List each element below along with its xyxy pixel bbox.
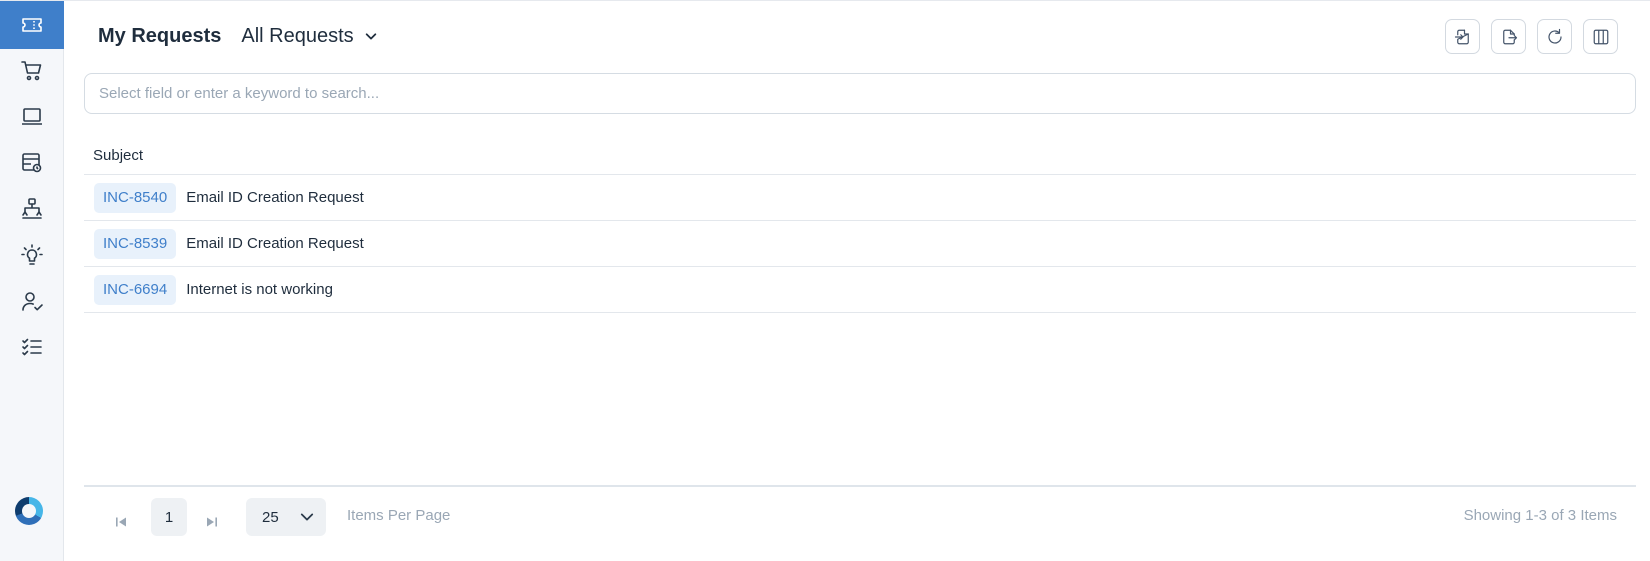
table-row[interactable]: INC-8540 Email ID Creation Request (84, 175, 1636, 221)
import-button[interactable] (1445, 19, 1480, 54)
page-title: My Requests (98, 24, 222, 47)
columns-button[interactable] (1583, 19, 1618, 54)
request-id-link[interactable]: INC-8539 (94, 228, 177, 259)
chevron-down-icon (365, 33, 376, 40)
sidebar-item-service-catalog[interactable] (0, 47, 64, 95)
request-subject[interactable]: Internet is not working (186, 281, 333, 298)
view-dropdown-label: All Requests (241, 24, 354, 47)
checklist-icon (22, 338, 42, 356)
request-subject[interactable]: Email ID Creation Request (186, 189, 364, 206)
toolbar (1445, 19, 1618, 54)
refresh-button[interactable] (1537, 19, 1572, 54)
columns-icon (1593, 29, 1608, 44)
items-per-page-select[interactable]: 25 (246, 498, 326, 536)
first-page-button[interactable] (110, 511, 132, 533)
sidebar-item-assets[interactable] (0, 93, 64, 141)
table-header: Subject (84, 137, 1636, 175)
import-icon (1454, 29, 1469, 44)
last-page-icon (207, 517, 217, 527)
sidebar-item-approvals[interactable] (0, 277, 64, 325)
hierarchy-icon (22, 198, 42, 219)
request-subject[interactable]: Email ID Creation Request (186, 235, 364, 252)
export-button[interactable] (1491, 19, 1526, 54)
table-row[interactable]: INC-8539 Email ID Creation Request (84, 221, 1636, 267)
user-check-icon (22, 292, 43, 311)
pagination-bar: 1 25 Items Per Page Showing 1-3 of 3 Ite… (84, 485, 1636, 561)
items-per-page-label: Items Per Page (347, 507, 451, 524)
lightbulb-icon (21, 244, 43, 265)
request-id-link[interactable]: INC-6694 (94, 274, 177, 305)
search-input[interactable] (84, 73, 1636, 114)
sidebar-item-changes[interactable] (0, 185, 64, 233)
page-header: My Requests All Requests (98, 21, 378, 51)
brand-logo (15, 497, 43, 525)
items-count-summary: Showing 1-3 of 3 Items (1463, 507, 1617, 524)
main-content: My Requests All Requests Subject INC-854… (64, 1, 1650, 561)
sidebar-item-catalog[interactable] (0, 139, 64, 187)
sidebar (0, 1, 64, 561)
ticket-icon (22, 18, 42, 32)
items-per-page-value: 25 (262, 508, 279, 526)
column-header-subject[interactable]: Subject (93, 147, 143, 164)
table-row[interactable]: INC-6694 Internet is not working (84, 267, 1636, 313)
request-id-link[interactable]: INC-8540 (94, 182, 177, 213)
first-page-icon (116, 517, 126, 527)
view-dropdown[interactable]: All Requests (241, 25, 377, 48)
service-catalog-icon (22, 153, 42, 173)
requests-table: Subject INC-8540 Email ID Creation Reque… (84, 137, 1636, 313)
sidebar-item-knowledge[interactable] (0, 231, 64, 279)
laptop-icon (22, 108, 42, 125)
cart-icon (21, 61, 42, 81)
sidebar-item-tasks[interactable] (0, 323, 64, 371)
page-number-button[interactable]: 1 (151, 498, 187, 536)
last-page-button[interactable] (201, 511, 223, 533)
sidebar-item-requests[interactable] (0, 1, 64, 49)
refresh-icon (1547, 28, 1562, 44)
chevron-down-icon (300, 513, 314, 521)
export-icon (1502, 29, 1517, 44)
